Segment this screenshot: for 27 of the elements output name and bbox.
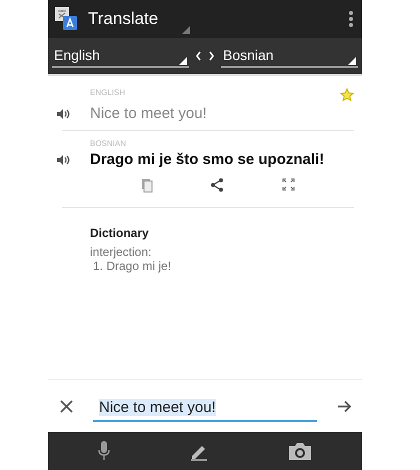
- dropdown-icon: [179, 56, 187, 64]
- app-logo-icon: [54, 6, 78, 32]
- dictionary-entry: 1. Drago mi je!: [92, 259, 172, 273]
- input-field[interactable]: Nice to meet you!: [93, 390, 317, 422]
- overflow-menu-icon[interactable]: [348, 10, 354, 28]
- part-of-speech: interjection:: [90, 245, 152, 259]
- swap-languages-icon[interactable]: [195, 51, 215, 61]
- target-language-dropdown[interactable]: Bosnian: [221, 44, 358, 68]
- microphone-icon[interactable]: [98, 441, 110, 461]
- arrow-right-icon[interactable]: [337, 400, 352, 412]
- app-title: Translate: [88, 9, 158, 29]
- dictionary-heading: Dictionary: [90, 226, 150, 240]
- share-icon[interactable]: [210, 178, 224, 192]
- source-language-dropdown[interactable]: English: [52, 44, 189, 68]
- star-icon[interactable]: [340, 88, 354, 102]
- source-language-label: ENGLISH: [90, 88, 126, 97]
- camera-icon[interactable]: [288, 441, 312, 461]
- target-language-label: BOSNIAN: [90, 139, 128, 148]
- speaker-icon[interactable]: [56, 108, 70, 120]
- clear-icon[interactable]: [60, 400, 73, 412]
- source-text: Nice to meet you!: [90, 105, 207, 122]
- translated-text: Drago mi je što smo se upoznali!: [90, 151, 324, 168]
- copy-icon[interactable]: [140, 178, 153, 193]
- dropdown-icon[interactable]: [182, 26, 190, 34]
- dropdown-icon: [348, 56, 356, 64]
- fullscreen-icon[interactable]: [282, 178, 296, 191]
- speaker-icon[interactable]: [56, 154, 70, 166]
